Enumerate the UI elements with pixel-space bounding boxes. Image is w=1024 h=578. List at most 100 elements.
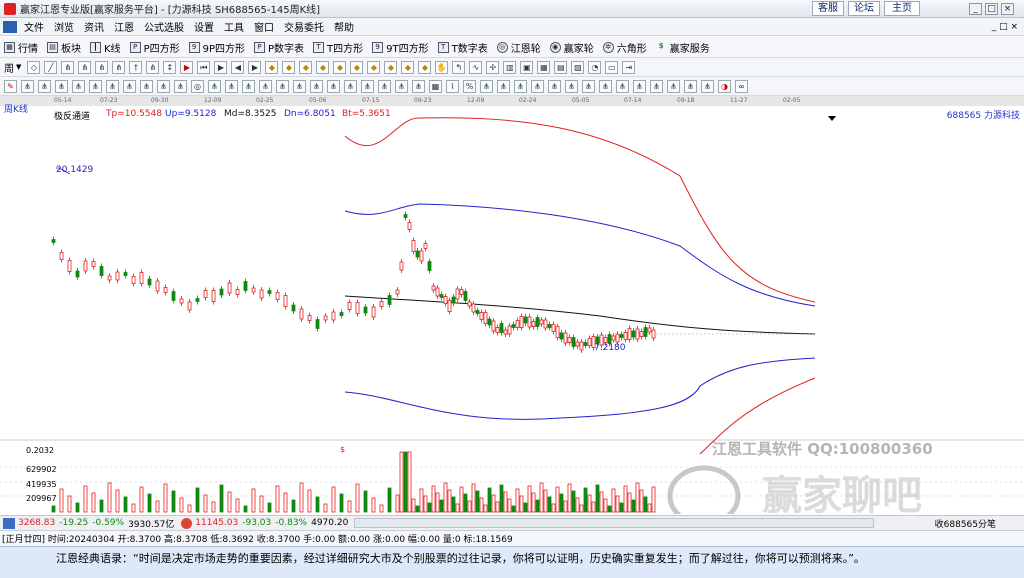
diamond-icon[interactable]: ◆ [282,60,296,74]
infinity-icon[interactable]: ∞ [735,79,748,93]
fork-icon[interactable]: ⋔ [38,79,51,93]
fork-icon[interactable]: ⋔ [259,79,272,93]
fork-icon[interactable]: ⋔ [395,79,408,93]
menu-tools[interactable]: 工具 [219,19,249,34]
diamond-icon[interactable]: ◆ [333,60,347,74]
chart-icon[interactable]: ▥ [503,60,517,74]
menu-settings[interactable]: 设置 [189,19,219,34]
toolbar-hexagon-button[interactable]: ✲ 六角形 [602,40,647,55]
menu-browse[interactable]: 浏览 [49,19,79,34]
curve-icon[interactable]: ⌇ [446,79,459,93]
minimize-icon[interactable]: _ [969,3,982,15]
draw-line-icon[interactable]: ╱ [44,60,58,74]
diamond-icon[interactable]: ◆ [265,60,279,74]
menu-info[interactable]: 资讯 [79,19,109,34]
color-wheel-icon[interactable]: ◑ [718,79,731,93]
toolbar-kline-button[interactable]: ┃ K线 [90,40,121,55]
flag-icon[interactable]: ▶ [180,60,194,74]
fork-icon[interactable]: ⋔ [242,79,255,93]
horizontal-scrollbar[interactable] [354,518,875,528]
wave-icon[interactable]: ∿ [469,60,483,74]
fork-icon[interactable]: ⋔ [157,79,170,93]
fork-icon[interactable]: ⋔ [565,79,578,93]
fork-icon[interactable]: ⋔ [497,79,510,93]
diamond-icon[interactable]: ◆ [384,60,398,74]
play-icon[interactable]: ▶ [214,60,228,74]
step-back-icon[interactable]: ◀ [231,60,245,74]
grid-icon[interactable]: ▦ [537,60,551,74]
toolbar-t-square-button[interactable]: T T四方形 [313,40,363,55]
fork-icon[interactable]: ⋔ [21,79,34,93]
fork-icon[interactable]: ⋔ [89,79,102,93]
kline-chart-panel[interactable]: 05-14 07-23 09-30 12-09 02-25 05-06 07-1… [0,96,1024,514]
fork-icon[interactable]: ⋔ [599,79,612,93]
toolbar-p-square-button[interactable]: P P四方形 [129,40,180,55]
fork-icon[interactable]: ⋔ [208,79,221,93]
pencil-icon[interactable]: ✎ [4,79,17,93]
customer-service-link[interactable]: 客服 [812,1,844,16]
step-forward-icon[interactable]: ▶ [248,60,262,74]
fork-icon[interactable]: ⋔ [361,79,374,93]
toolbar-9p-square-button[interactable]: 9 9P四方形 [188,40,245,55]
menu-formula[interactable]: 公式选股 [139,19,189,34]
toolbar-sector-button[interactable]: ▤ 板块 [47,40,81,55]
fork-icon[interactable]: ⋔ [78,60,92,74]
fork-icon[interactable]: ⋔ [112,60,126,74]
fork-icon[interactable]: ⋔ [106,79,119,93]
fork-icon[interactable]: ⋔ [378,79,391,93]
grid-icon[interactable]: ▦ [429,79,442,93]
cross-icon[interactable]: ✢ [486,60,500,74]
menu-file[interactable]: 文件 [19,19,49,34]
diamond-icon[interactable]: ◆ [401,60,415,74]
fork-icon[interactable]: ⋔ [582,79,595,93]
fork-icon[interactable]: ⋔ [174,79,187,93]
fork-icon[interactable]: ⋔ [667,79,680,93]
diamond-icon[interactable]: ◆ [418,60,432,74]
fork-icon[interactable]: ⋔ [327,79,340,93]
diamond-icon[interactable]: ◆ [350,60,364,74]
close-icon[interactable]: × [1001,3,1014,15]
toolbar-p-number-button[interactable]: P P数字表 [254,40,304,55]
diamond-icon[interactable]: ◆ [299,60,313,74]
toolbar-9t-square-button[interactable]: 9 9T四方形 [372,40,429,55]
tick-detail-button[interactable]: 收688565分笔 [935,517,996,530]
save-icon[interactable]: ▣ [520,60,534,74]
fork-icon[interactable]: ⋔ [633,79,646,93]
menu-trade[interactable]: 交易委托 [279,19,329,34]
fork-icon[interactable]: ⋔ [480,79,493,93]
fork-icon[interactable]: ⋔ [276,79,289,93]
fork-icon[interactable]: ⋔ [293,79,306,93]
fork-icon[interactable]: ⋔ [531,79,544,93]
fork-icon[interactable]: ⋔ [95,60,109,74]
toolbar-t-number-button[interactable]: T T数字表 [437,40,488,55]
fork-icon[interactable]: ⋔ [514,79,527,93]
toolbar-winner-wheel-button[interactable]: ◉ 赢家轮 [549,40,594,55]
diamond-icon[interactable]: ◆ [316,60,330,74]
exit-icon[interactable]: ⇥ [622,60,636,74]
fork-icon[interactable]: ⋔ [72,79,85,93]
diamond-icon[interactable]: ◆ [367,60,381,74]
fork-icon[interactable]: ⋔ [123,79,136,93]
menu-gann[interactable]: 江恩 [109,19,139,34]
fork-icon[interactable]: ⋔ [684,79,697,93]
toolbar-service-button[interactable]: $ 赢家服务 [656,40,710,55]
toolbar-gann-wheel-button[interactable]: ◎ 江恩轮 [496,40,541,55]
table-icon[interactable]: ▤ [554,60,568,74]
fork-icon[interactable]: ⋔ [55,79,68,93]
step-first-icon[interactable]: ⏮ [197,60,211,74]
menu-window[interactable]: 窗口 [249,19,279,34]
fork-icon[interactable]: ⋔ [650,79,663,93]
forum-link[interactable]: 论坛 [848,1,880,16]
menu-help[interactable]: 帮助 [329,19,359,34]
fork-icon[interactable]: ⋔ [344,79,357,93]
arrow-icon[interactable]: ↰ [452,60,466,74]
fork-icon[interactable]: ⋔ [140,79,153,93]
fork-icon[interactable]: ⋔ [225,79,238,93]
percent-icon[interactable]: % [463,79,476,93]
fork-icon[interactable]: ⋔ [548,79,561,93]
fork-icon[interactable]: ⋔ [701,79,714,93]
fork-icon[interactable]: ⋔ [146,60,160,74]
home-link[interactable]: 主页 [884,1,920,16]
select-icon[interactable]: ◇ [27,60,41,74]
fork-icon[interactable]: ⋔ [61,60,75,74]
